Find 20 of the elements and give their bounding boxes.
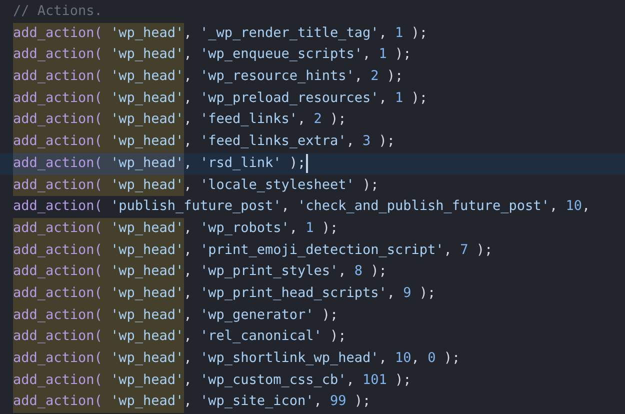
code-line: add_action( 'wp_head', 'rel_canonical' ); xyxy=(13,327,346,346)
code-line: // Actions. xyxy=(13,2,102,21)
code-line: add_action( 'wp_head', 'wp_shortlink_wp_head', 10, 0 ); xyxy=(13,349,460,368)
code-line: add_action( 'wp_head', 'feed_links', 2 ); xyxy=(13,110,346,130)
code-line: add_action( 'wp_head', '_wp_render_title_tag', 1 ); xyxy=(13,24,428,43)
code-line: add_action( 'wp_head', 'print_emoji_detection_script', 7 ); xyxy=(13,240,493,260)
code-line: add_action( 'wp_head', 'wp_print_styles', 8 ); xyxy=(13,262,387,282)
text-cursor xyxy=(306,154,308,174)
code-line: add_action( 'wp_head', 'wp_custom_css_cb', 101 ); xyxy=(13,370,412,390)
code-line: add_action( 'wp_head', 'wp_resource_hints', 2 ); xyxy=(13,67,404,86)
code-line: add_action( 'wp_head', 'wp_generator' ); xyxy=(13,306,338,325)
code-line: add_action( 'publish_future_post', 'check_and_publish_future_post', 10, xyxy=(13,197,590,216)
code-line: add_action( 'wp_head', 'wp_preload_resources', 1 ); xyxy=(13,88,428,108)
code-line: add_action( 'wp_head', 'wp_enqueue_scripts', 1 ); xyxy=(13,45,412,64)
code-line: add_action( 'wp_head', 'locale_stylesheet' ); xyxy=(13,176,379,194)
code-line: add_action( 'wp_head', 'rsd_link' ); xyxy=(13,154,306,173)
code-line: add_action( 'wp_head', 'wp_print_head_scripts', 9 ); xyxy=(13,284,436,303)
code-line: add_action( 'wp_head', 'feed_links_extra', 3 ); xyxy=(13,132,396,152)
code-line: add_action( 'wp_head', 'wp_robots', 1 ); xyxy=(13,218,338,238)
code-line: add_action( 'wp_head', 'wp_site_icon', 99 ); xyxy=(13,392,371,412)
